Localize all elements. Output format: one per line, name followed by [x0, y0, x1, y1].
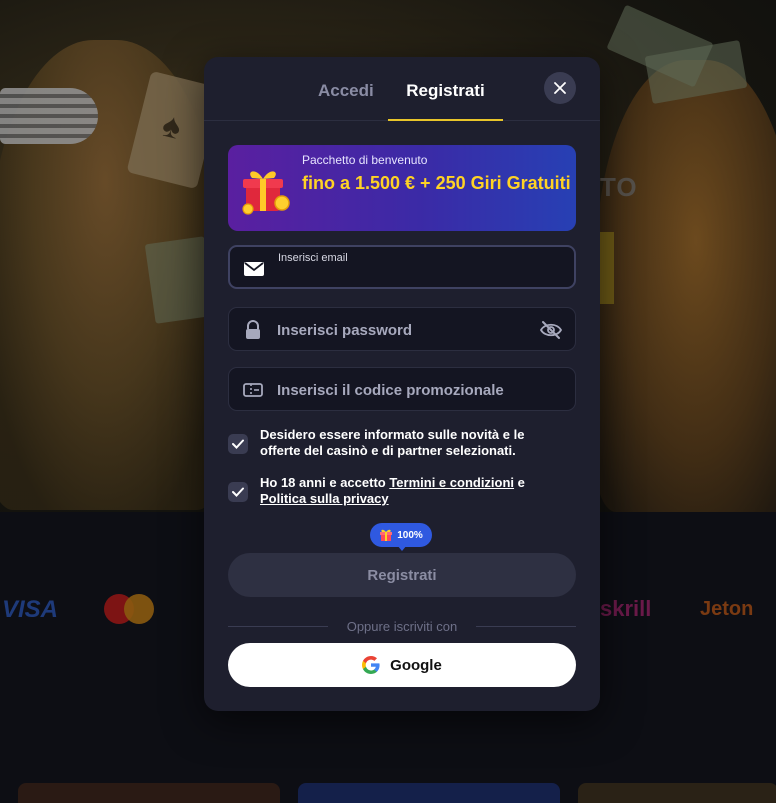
- terms-middle: e: [514, 475, 525, 490]
- privacy-link[interactable]: Politica sulla privacy: [260, 491, 389, 506]
- visa-logo: VISA: [2, 596, 59, 623]
- banner-offer-text: fino a 1.500 € + 250 Giri Gratuiti: [302, 173, 571, 193]
- game-tile: [298, 783, 560, 803]
- close-button[interactable]: [544, 72, 576, 104]
- close-icon: [554, 82, 566, 94]
- progress-label: 100%: [397, 529, 423, 541]
- banner-subtitle: Pacchetto di benvenuto: [302, 153, 428, 167]
- password-field[interactable]: [228, 307, 576, 352]
- password-input[interactable]: [277, 308, 527, 352]
- ticket-icon: [243, 383, 263, 397]
- mastercard-logo: [104, 594, 154, 624]
- gift-icon: [242, 171, 290, 215]
- register-submit-button[interactable]: Registrati: [228, 553, 576, 597]
- newsletter-text: Desidero essere informato sulle novità e…: [260, 427, 525, 458]
- google-signup-button[interactable]: Google: [228, 643, 576, 687]
- terms-link[interactable]: Termini e condizioni: [389, 475, 514, 490]
- terms-prefix: Ho 18 anni e accetto: [260, 475, 390, 490]
- registration-modal: Accedi Registrati Pacchetto di benvenuto…: [204, 57, 600, 711]
- jeton-logo: Jeton: [700, 598, 754, 620]
- lock-icon: [246, 320, 260, 339]
- promo-code-input[interactable]: [277, 368, 527, 412]
- tab-login[interactable]: Accedi: [318, 81, 374, 121]
- newsletter-checkbox[interactable]: [228, 434, 248, 454]
- checkmark-icon: [232, 487, 244, 497]
- form-progress-badge: 100%: [370, 523, 432, 551]
- eye-off-icon[interactable]: [539, 318, 563, 342]
- gift-icon: [380, 529, 393, 541]
- checkmark-icon: [232, 439, 244, 449]
- terms-checkbox[interactable]: [228, 482, 248, 502]
- google-button-label: Google: [390, 656, 442, 674]
- active-tab-indicator: [388, 119, 503, 121]
- envelope-icon: [244, 262, 264, 276]
- email-field[interactable]: Inserisci email: [228, 245, 576, 299]
- game-tile: [18, 783, 280, 803]
- promo-code-field[interactable]: [228, 367, 576, 412]
- terms-consent: Ho 18 anni e accetto Termini e condizion…: [228, 475, 576, 511]
- newsletter-consent: Desidero essere informato sulle novità e…: [228, 427, 576, 463]
- hero-character-right: [596, 60, 776, 512]
- welcome-bonus-banner: Pacchetto di benvenuto fino a 1.500 € + …: [228, 145, 576, 231]
- email-input[interactable]: [278, 255, 528, 299]
- hero-text: TO: [600, 172, 638, 202]
- hero-sunglasses: [0, 88, 98, 144]
- terms-text: Ho 18 anni e accetto Termini e condizion…: [260, 475, 560, 507]
- google-logo-icon: [362, 656, 380, 674]
- game-tile: [578, 783, 776, 803]
- tab-register[interactable]: Registrati: [388, 81, 503, 121]
- skrill-logo: skrill: [600, 596, 652, 621]
- auth-tabs: Accedi Registrati: [204, 57, 600, 121]
- social-divider: Oppure iscriviti con: [228, 619, 576, 635]
- hero-decoration: [600, 232, 614, 304]
